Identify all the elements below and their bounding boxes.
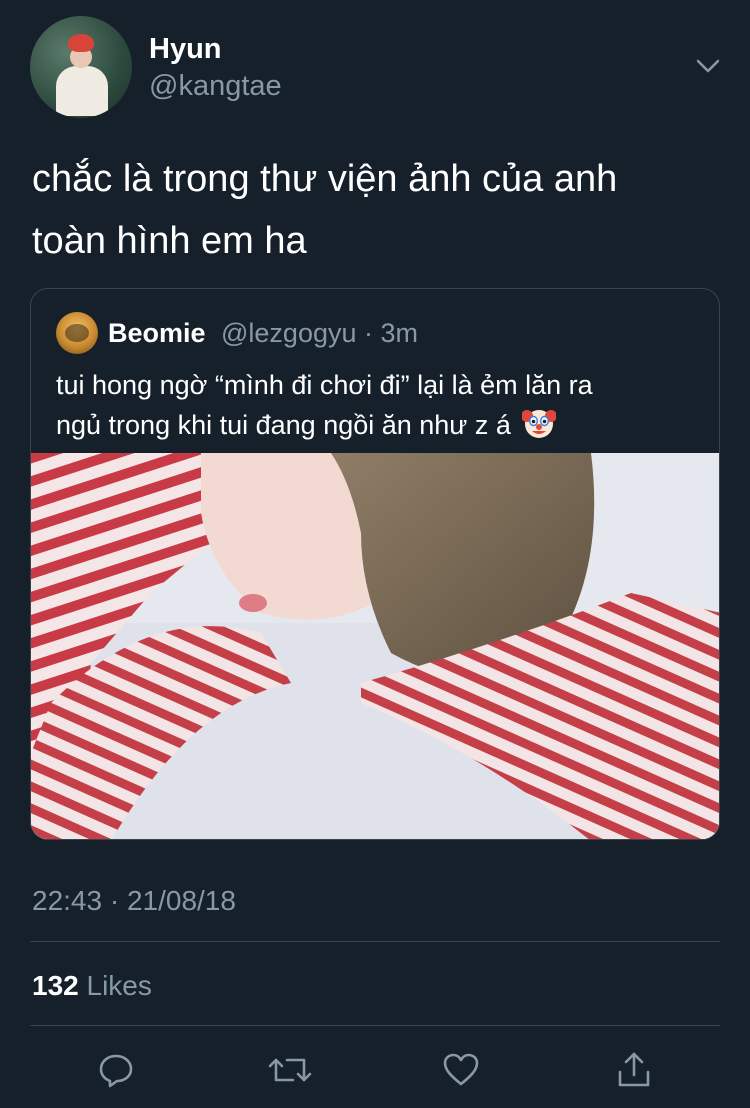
quoted-author-meta: @lezgogyu · 3m <box>221 318 419 348</box>
quoted-text-line-2: ngủ trong khi tui đang ngồi ăn như z á <box>56 410 511 440</box>
likes-label: Likes <box>86 970 152 1001</box>
quoted-author-name: Beomie <box>108 318 206 348</box>
quoted-tweet-text: tui hong ngờ “mình đi chơi đi” lại là ẻm… <box>56 365 696 445</box>
tweet-timestamp[interactable]: 22:43 · 21/08/18 <box>32 885 236 917</box>
tweet-detail: Hyun @kangtae chắc là trong thư viện ảnh… <box>0 0 750 1108</box>
clown-face-icon <box>522 406 557 440</box>
retweet-icon[interactable] <box>268 1050 312 1090</box>
chevron-down-icon[interactable] <box>694 52 722 80</box>
likes-count: 132 <box>32 970 79 1001</box>
quoted-author-avatar <box>56 312 98 354</box>
divider <box>30 1025 720 1026</box>
quoted-photo[interactable] <box>31 453 719 839</box>
author-handle[interactable]: @kangtae <box>149 70 282 103</box>
author-avatar[interactable] <box>30 16 132 118</box>
author-display-name[interactable]: Hyun <box>149 33 222 66</box>
divider <box>30 941 720 942</box>
quoted-tweet-time: 3m <box>380 318 419 348</box>
quoted-tweet-card[interactable]: Beomie @lezgogyu · 3m tui hong ngờ “mình… <box>30 288 720 840</box>
like-heart-icon[interactable] <box>441 1050 481 1090</box>
tweet-text-line: chắc là trong thư viện ảnh của anh <box>32 158 618 200</box>
likes-stat[interactable]: 132 Likes <box>32 970 152 1002</box>
quoted-text-line: tui hong ngờ “mình đi chơi đi” lại là ẻm… <box>56 370 593 400</box>
reply-icon[interactable] <box>96 1050 136 1090</box>
quoted-text-line: ngủ trong khi tui đang ngồi ăn như z á <box>56 405 696 445</box>
share-icon[interactable] <box>614 1050 654 1090</box>
tweet-text-line: toàn hình em ha <box>32 220 307 262</box>
quoted-author-handle: @lezgogyu <box>221 318 357 348</box>
tweet-text: chắc là trong thư viện ảnh của anh toàn … <box>32 148 712 272</box>
